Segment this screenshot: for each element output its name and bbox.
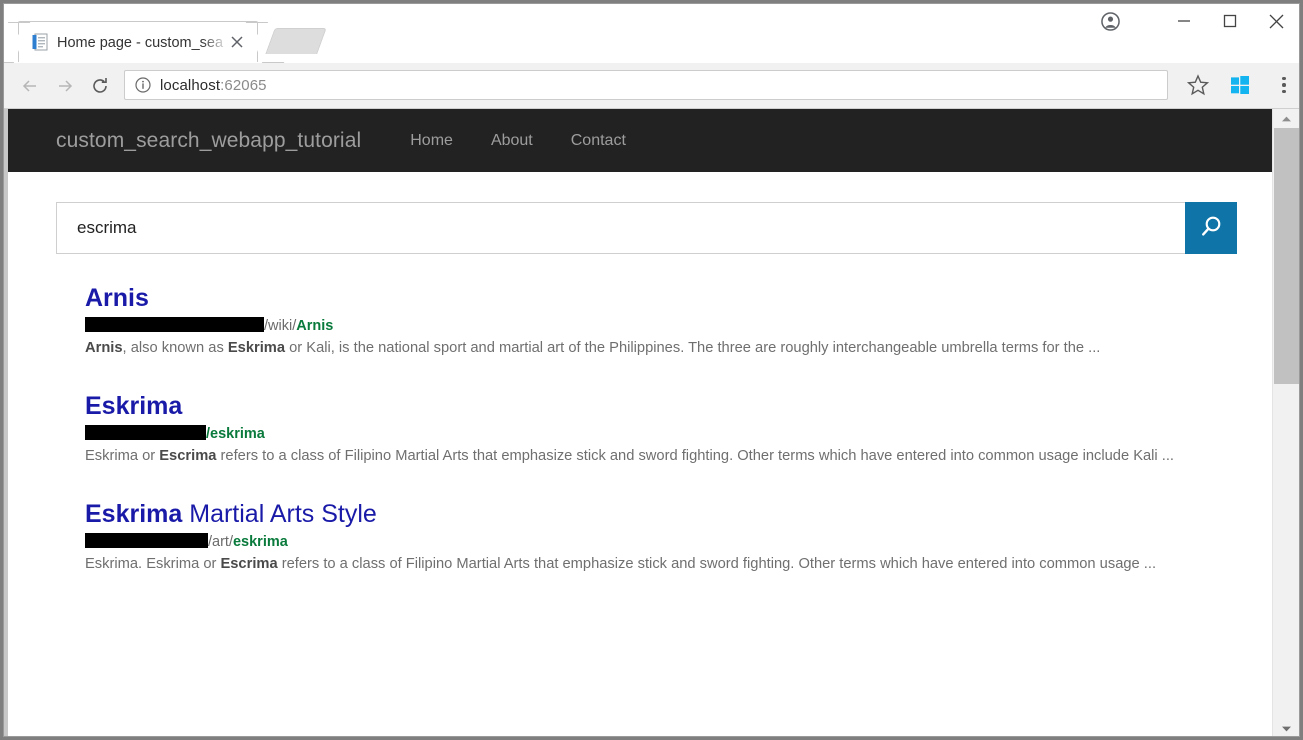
snippet-text: , also known as bbox=[123, 340, 228, 356]
address-bar-url: localhost:62065 bbox=[160, 77, 267, 94]
result-snippet: Eskrima or Escrima refers to a class of … bbox=[85, 446, 1245, 467]
search-result-item: Arnis /wiki/Arnis Arnis, also known as E… bbox=[85, 283, 1245, 359]
browser-tab[interactable]: Home page - custom_sea bbox=[18, 21, 258, 62]
bookmark-star-icon[interactable] bbox=[1186, 73, 1210, 97]
three-dot-menu-icon[interactable] bbox=[1274, 73, 1294, 97]
search-input[interactable] bbox=[56, 202, 1186, 254]
magnifier-icon bbox=[1198, 214, 1224, 243]
result-url-highlight: eskrima bbox=[233, 534, 288, 550]
profile-avatar-icon[interactable] bbox=[1087, 4, 1133, 38]
snippet-highlight: Eskrima bbox=[228, 340, 285, 356]
page-info-icon[interactable] bbox=[135, 77, 151, 93]
result-title[interactable]: Eskrima Martial Arts Style bbox=[85, 499, 1245, 529]
page-viewport: custom_search_webapp_tutorial Home About… bbox=[4, 109, 1299, 737]
result-url-path: /art/ bbox=[208, 534, 233, 550]
browser-window: Home page - custom_sea bbox=[3, 3, 1300, 737]
menu-dot bbox=[1282, 77, 1286, 81]
result-url-highlight: Arnis bbox=[296, 318, 333, 334]
address-bar[interactable]: localhost:62065 bbox=[124, 70, 1168, 100]
redacted-domain bbox=[85, 533, 208, 548]
result-url: /eskrima bbox=[85, 425, 1245, 443]
snippet-text: or Kali, is the national sport and marti… bbox=[285, 340, 1100, 356]
result-title-rest: Martial Arts Style bbox=[182, 500, 377, 528]
search-results-list: Arnis /wiki/Arnis Arnis, also known as E… bbox=[85, 283, 1245, 575]
snippet-highlight: Escrima bbox=[220, 556, 277, 572]
window-controls bbox=[1087, 4, 1299, 38]
menu-dot bbox=[1282, 90, 1286, 94]
site-nav-links: Home About Contact bbox=[391, 132, 645, 150]
result-title[interactable]: Arnis bbox=[85, 283, 1245, 313]
close-icon[interactable] bbox=[228, 33, 246, 51]
browser-toolbar: localhost:62065 bbox=[4, 63, 1299, 109]
scroll-down-arrow-icon[interactable] bbox=[1273, 719, 1299, 737]
result-title[interactable]: Eskrima bbox=[85, 391, 1245, 421]
site-brand[interactable]: custom_search_webapp_tutorial bbox=[56, 129, 361, 153]
snippet-text: Eskrima. Eskrima or bbox=[85, 556, 220, 572]
snippet-highlight: Escrima bbox=[159, 448, 216, 464]
search-result-item: Eskrima /eskrima Eskrima or Escrima refe… bbox=[85, 391, 1245, 467]
maximize-icon[interactable] bbox=[1207, 4, 1253, 38]
result-snippet: Arnis, also known as Eskrima or Kali, is… bbox=[85, 338, 1245, 359]
search-button[interactable] bbox=[1185, 202, 1237, 254]
window-close-icon[interactable] bbox=[1253, 4, 1299, 38]
redacted-domain bbox=[85, 425, 206, 440]
redacted-domain bbox=[85, 317, 264, 332]
back-arrow-icon[interactable] bbox=[12, 68, 47, 103]
snippet-text: Eskrima or bbox=[85, 448, 159, 464]
result-url-highlight: /eskrima bbox=[206, 426, 265, 442]
document-favicon bbox=[32, 33, 49, 52]
menu-dot bbox=[1282, 83, 1286, 87]
search-result-item: Eskrima Martial Arts Style /art/eskrima … bbox=[85, 499, 1245, 575]
page-scrollbar[interactable] bbox=[1272, 109, 1299, 737]
page-content: custom_search_webapp_tutorial Home About… bbox=[4, 109, 1272, 737]
result-url: /wiki/Arnis bbox=[85, 317, 1245, 335]
result-snippet: Eskrima. Eskrima or Escrima refers to a … bbox=[85, 554, 1245, 575]
snippet-text: refers to a class of Filipino Martial Ar… bbox=[278, 556, 1156, 572]
result-url: /art/eskrima bbox=[85, 533, 1245, 551]
nav-link-home[interactable]: Home bbox=[391, 132, 472, 150]
url-port: :62065 bbox=[220, 77, 266, 94]
nav-link-contact[interactable]: Contact bbox=[552, 132, 645, 150]
result-title-highlight: Eskrima bbox=[85, 500, 182, 528]
result-title-highlight: Eskrima bbox=[85, 392, 182, 420]
search-row bbox=[56, 202, 1233, 254]
url-host: localhost bbox=[160, 77, 220, 94]
result-url-path: /wiki/ bbox=[264, 318, 296, 334]
snippet-highlight: Arnis bbox=[85, 340, 123, 356]
scrollbar-thumb[interactable] bbox=[1274, 128, 1299, 384]
tab-strip: Home page - custom_sea bbox=[4, 4, 1299, 63]
forward-arrow-icon[interactable] bbox=[47, 68, 82, 103]
snippet-text: refers to a class of Filipino Martial Ar… bbox=[216, 448, 1174, 464]
reload-icon[interactable] bbox=[82, 68, 117, 103]
tab-title: Home page - custom_sea bbox=[57, 33, 229, 53]
result-title-highlight: Arnis bbox=[85, 284, 149, 312]
site-navbar: custom_search_webapp_tutorial Home About… bbox=[8, 109, 1272, 172]
scroll-up-arrow-icon[interactable] bbox=[1273, 109, 1299, 128]
nav-link-about[interactable]: About bbox=[472, 132, 552, 150]
minimize-icon[interactable] bbox=[1161, 4, 1207, 38]
windows-extension-icon[interactable] bbox=[1230, 75, 1250, 95]
new-tab-button[interactable] bbox=[265, 28, 326, 54]
